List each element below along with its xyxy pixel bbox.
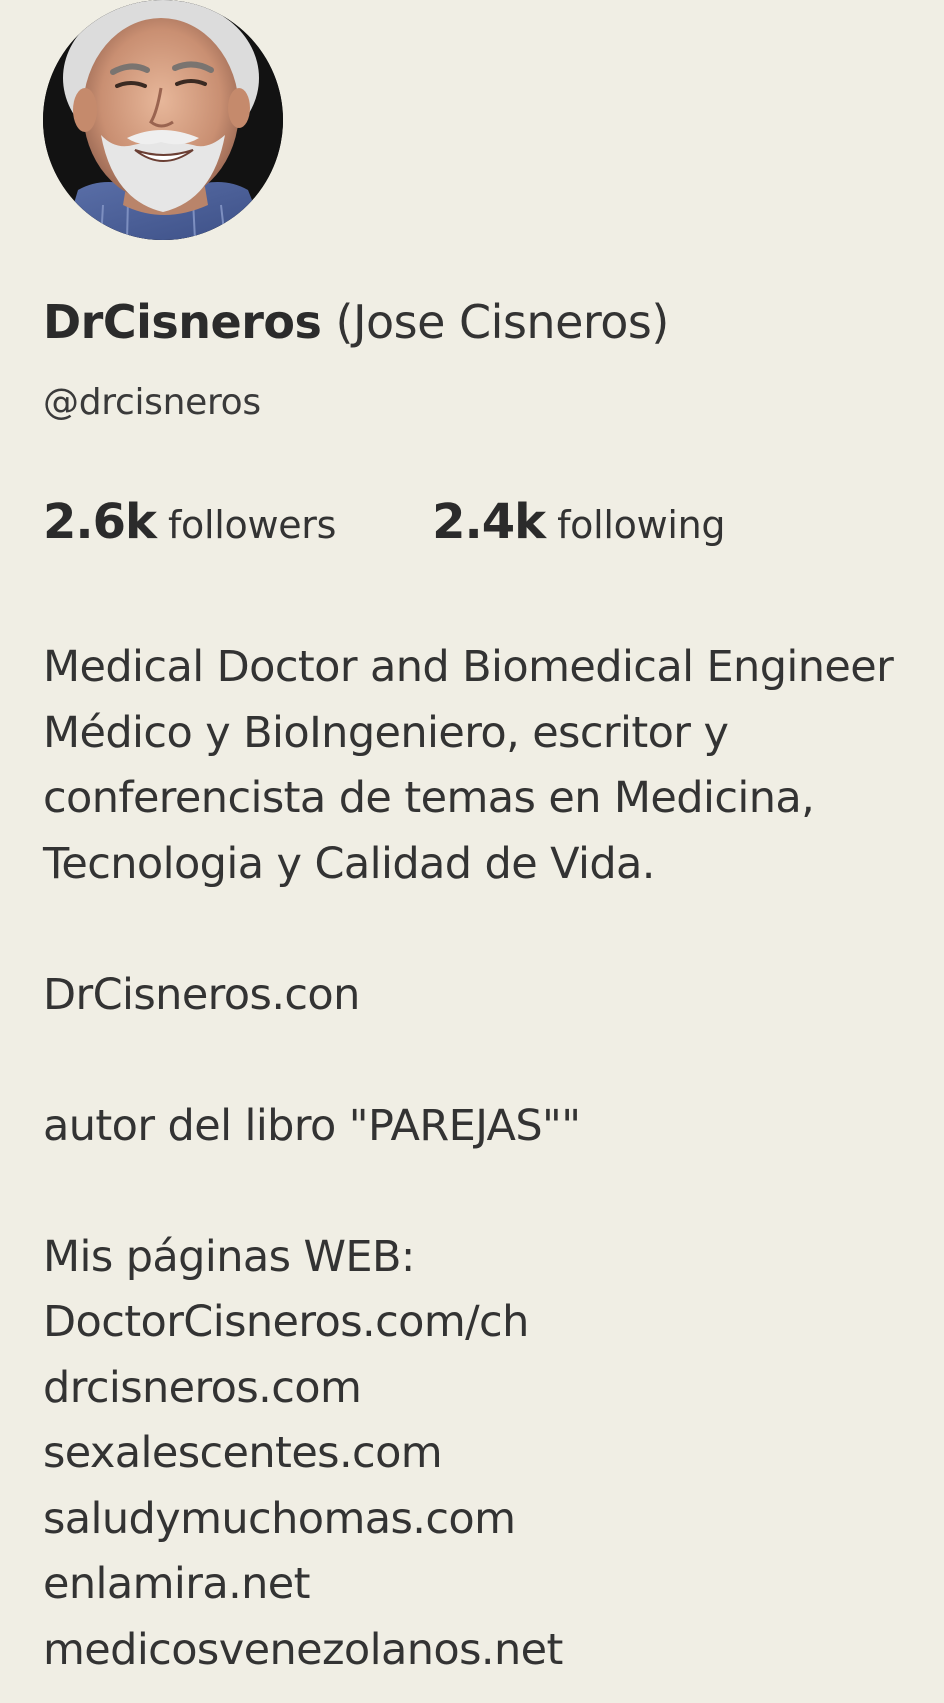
bio-line: Mis páginas WEB: xyxy=(43,1231,415,1282)
bio-link[interactable]: enlamira.net xyxy=(43,1559,311,1609)
display-name: DrCisneros xyxy=(43,295,322,349)
bio-line: Medical Doctor and Biomedical Engineer xyxy=(43,642,894,692)
avatar[interactable] xyxy=(43,0,283,240)
bio-link[interactable]: sexalescentes.com xyxy=(43,1428,443,1478)
followers-stat[interactable]: 2.6k followers xyxy=(43,494,336,550)
profile-page: DrCisneros (Jose Cisneros) @drcisneros 2… xyxy=(0,0,944,1703)
profile-stats: 2.6k followers 2.4k following xyxy=(43,494,726,558)
bio-link[interactable]: drcisneros.com xyxy=(43,1363,362,1413)
bio-link[interactable]: saludymuchomas.com xyxy=(43,1494,516,1544)
followers-count: 2.6k xyxy=(43,494,157,550)
bio-link[interactable]: DoctorCisneros.com/ch xyxy=(43,1297,529,1347)
profile-name: DrCisneros (Jose Cisneros) xyxy=(43,292,669,352)
following-label: following xyxy=(557,503,726,547)
bio-spacer xyxy=(43,1028,923,1094)
bio-line: Tecnologia y Calidad de Vida. xyxy=(43,838,655,889)
bio-line: conferencista de temas en Medicina, xyxy=(43,773,815,823)
profile-bio: Medical Doctor and Biomedical Engineer M… xyxy=(43,635,923,1683)
bio-spacer xyxy=(43,1159,923,1225)
followers-label: followers xyxy=(167,503,337,547)
bio-link[interactable]: medicosvenezolanos.net xyxy=(43,1625,563,1675)
following-count: 2.4k xyxy=(432,494,546,550)
bio-line: autor del libro "PAREJAS"" xyxy=(43,1100,581,1151)
avatar-photo xyxy=(43,0,283,240)
real-name: (Jose Cisneros) xyxy=(335,295,670,349)
bio-line: Médico y BioIngeniero, escritor y xyxy=(43,707,729,758)
bio-spacer xyxy=(43,897,923,963)
bio-line: DrCisneros.con xyxy=(43,969,360,1020)
following-stat[interactable]: 2.4k following xyxy=(432,494,725,550)
profile-handle: @drcisneros xyxy=(43,382,261,423)
